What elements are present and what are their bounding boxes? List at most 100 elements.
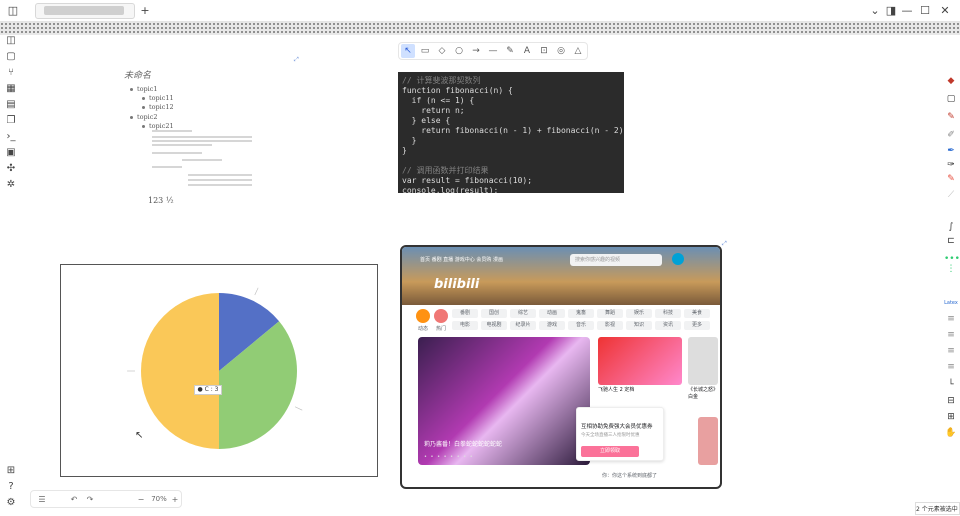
list-icon[interactable]: ≡ — [944, 313, 958, 325]
video-thumbnail[interactable] — [688, 337, 718, 385]
carousel-dots[interactable]: • • • • • • • • — [424, 454, 474, 460]
blue-pen-icon[interactable]: ✒ — [944, 145, 958, 157]
arrow-tool[interactable]: → — [469, 44, 483, 58]
line-tool[interactable]: — — [486, 44, 500, 58]
code-block[interactable]: // 计算斐波那契数列 function fibonacci(n) { if (n… — [398, 72, 624, 193]
light-pen-icon[interactable]: ⟋ — [944, 189, 958, 201]
category-tag[interactable]: 影视 — [597, 321, 623, 330]
ellipse-tool[interactable]: ○ — [452, 44, 466, 58]
wand-icon[interactable]: ✲ — [3, 179, 19, 191]
select-tool[interactable]: ↖ — [401, 44, 415, 58]
grid-icon[interactable]: ▦ — [3, 83, 19, 95]
category-tag[interactable]: 资讯 — [655, 321, 681, 330]
category-tag[interactable]: 美食 — [684, 309, 710, 318]
latex-label[interactable]: Latex — [944, 297, 958, 309]
elbow-connector-icon[interactable]: └ — [944, 379, 958, 391]
category-tag[interactable]: 电视剧 — [481, 321, 507, 330]
video-thumbnail[interactable] — [598, 337, 682, 385]
list-icon[interactable]: ≡ — [944, 329, 958, 341]
maximize-button[interactable]: ☐ — [918, 3, 932, 19]
eraser-tool[interactable]: ◎ — [554, 44, 568, 58]
bili-logo[interactable]: bilibili — [434, 277, 479, 292]
color-dots-icon[interactable]: ⋮ — [944, 263, 958, 275]
pie-chart-card[interactable]: ● C : 3 — [60, 264, 378, 477]
category-tag[interactable]: 综艺 — [510, 309, 536, 318]
table-icon[interactable]: ⊟ — [944, 395, 958, 407]
category-tag[interactable]: 科技 — [655, 309, 681, 318]
redo-button[interactable]: ↷ — [83, 493, 97, 506]
apps-icon[interactable]: ⊞ — [3, 465, 19, 477]
sidebar-toggle-icon[interactable]: ◫ — [6, 3, 20, 19]
popup-claim-button[interactable]: 立即领取 — [581, 446, 639, 457]
panel-icon[interactable]: ◫ — [3, 35, 19, 47]
bilibili-embed[interactable]: 首页 番剧 直播 游戏中心 会员购 漫画 搜索你感兴趣的视频 bilibili … — [400, 245, 722, 489]
connector-icon[interactable]: ⊏ — [944, 235, 958, 247]
category-tag[interactable]: 娱乐 — [626, 309, 652, 318]
hot-icon[interactable] — [434, 309, 448, 323]
close-button[interactable]: ✕ — [938, 3, 952, 19]
file-icon[interactable]: ▢ — [3, 51, 19, 63]
diamond-tool[interactable]: ◇ — [435, 44, 449, 58]
calendar-icon[interactable]: ▤ — [3, 99, 19, 111]
video-title[interactable]: 《长城之怒》白金 — [688, 387, 718, 401]
frame-icon[interactable]: ▢ — [944, 93, 958, 105]
terminal-icon[interactable]: ›_ — [3, 131, 19, 143]
pencil-icon[interactable]: ✐ — [944, 129, 958, 141]
mindmap-node[interactable]: topic1 — [130, 85, 158, 93]
red-marker-icon[interactable]: ◆ — [944, 75, 958, 87]
zoom-in-button[interactable]: + — [169, 493, 181, 506]
link-icon[interactable]: ⤢ — [294, 56, 299, 64]
pencil-tool[interactable]: ✎ — [503, 44, 517, 58]
list-icon[interactable]: ≡ — [944, 361, 958, 373]
new-tab-button[interactable]: + — [138, 3, 152, 19]
bili-nav[interactable]: 首页 番剧 直播 游戏中心 会员购 漫画 — [420, 255, 560, 265]
branch-icon[interactable]: ⑂ — [3, 67, 19, 79]
category-tag[interactable]: 游戏 — [539, 321, 565, 330]
zoom-level[interactable]: 70% — [149, 493, 169, 506]
curve-icon[interactable]: ∫ — [944, 221, 958, 233]
category-tag[interactable]: 纪录片 — [510, 321, 536, 330]
category-tag[interactable]: 音乐 — [568, 321, 594, 330]
menu-icon[interactable]: ☰ — [35, 493, 49, 506]
highlighter-icon[interactable]: ✑ — [944, 159, 958, 171]
minimize-button[interactable]: — — [900, 3, 914, 19]
pen-icon[interactable]: ✎ — [944, 111, 958, 123]
video-thumbnail[interactable] — [698, 417, 718, 465]
mindmap-node[interactable]: topic12 — [142, 103, 174, 111]
mindmap-node[interactable]: topic2 — [130, 113, 158, 121]
category-tag[interactable]: 知识 — [626, 321, 652, 330]
bili-search-input[interactable]: 搜索你感兴趣的视频 — [570, 254, 662, 266]
shapes-tool[interactable]: △ — [571, 44, 585, 58]
chevron-down-icon[interactable]: ⌄ — [868, 3, 882, 19]
list-icon[interactable]: ≡ — [944, 345, 958, 357]
category-tag[interactable]: 鬼畜 — [568, 309, 594, 318]
tab-document[interactable] — [35, 3, 135, 19]
category-tag[interactable]: 国创 — [481, 309, 507, 318]
text-tool[interactable]: A — [520, 44, 534, 58]
rectangle-tool[interactable]: ▭ — [418, 44, 432, 58]
hand-icon[interactable]: ✋ — [944, 427, 958, 439]
pie-slice[interactable] — [141, 293, 219, 449]
mindmap-node[interactable]: topic11 — [142, 94, 174, 102]
category-tag[interactable]: 电影 — [452, 321, 478, 330]
undo-button[interactable]: ↶ — [67, 493, 81, 506]
dynamic-icon[interactable] — [416, 309, 430, 323]
image-tool[interactable]: ⊡ — [537, 44, 551, 58]
category-tag[interactable]: 番剧 — [452, 309, 478, 318]
red-pen-icon[interactable]: ✎ — [944, 173, 958, 185]
mindmap-card[interactable]: 未命名 topic1 topic11 topic12 topic2 topic2… — [120, 66, 300, 216]
layers-icon[interactable]: ▣ — [3, 147, 19, 159]
help-icon[interactable]: ? — [3, 481, 19, 493]
bili-carousel[interactable]: 莉乃酱番！白拳蛇蛇蛇蛇蛇蛇 • • • • • • • • — [418, 337, 590, 465]
avatar[interactable] — [672, 253, 684, 265]
category-tag[interactable]: 更多 — [684, 321, 710, 330]
link-icon[interactable]: ⤢ — [722, 240, 727, 248]
puzzle-icon[interactable]: ✣ — [3, 163, 19, 175]
settings-icon[interactable]: ⚙ — [3, 497, 19, 509]
grid-icon[interactable]: ⊞ — [944, 411, 958, 423]
copy-icon[interactable]: ❐ — [3, 115, 19, 127]
category-tag[interactable]: 舞蹈 — [597, 309, 623, 318]
category-tag[interactable]: 动画 — [539, 309, 565, 318]
video-title[interactable]: 飞驰人生 2 定档 — [598, 387, 682, 394]
layout-icon[interactable]: ◨ — [884, 3, 898, 19]
